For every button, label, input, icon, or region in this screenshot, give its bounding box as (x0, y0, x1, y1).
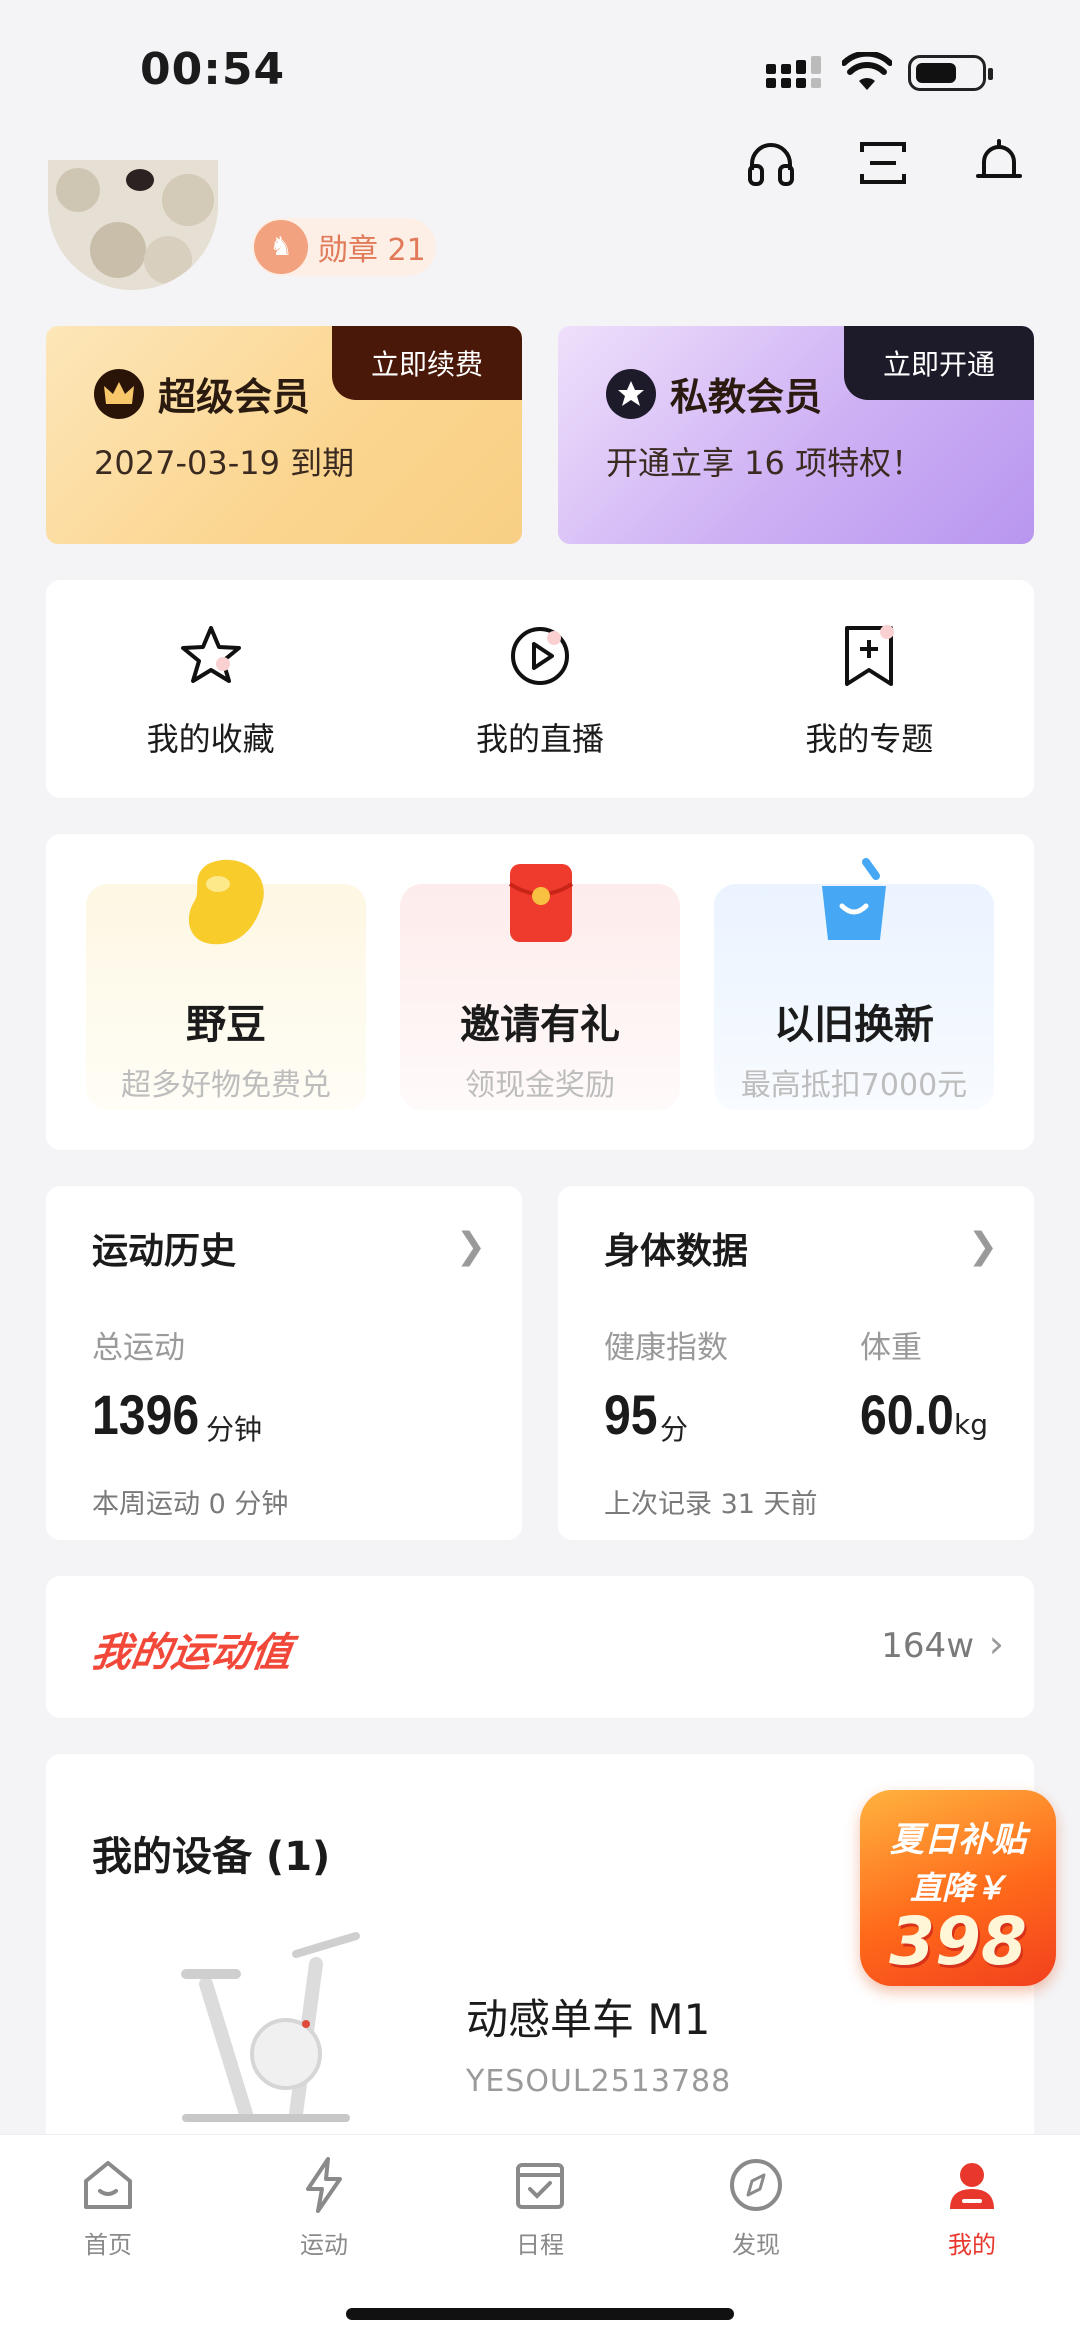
tab-home[interactable]: 首页 (0, 2135, 216, 2341)
bike-image (181, 1932, 360, 2122)
headphones-icon[interactable] (744, 136, 798, 190)
shortcut-panel: 我的收藏 我的直播 我的专题 (46, 580, 1034, 798)
home-icon (84, 2161, 132, 2209)
signal-icon (766, 56, 821, 88)
tab-label: 发现 (732, 2231, 780, 2259)
ad-line-1: 夏日补贴 (890, 1820, 1026, 1860)
bell-icon[interactable] (972, 136, 1026, 190)
health-index-value: 95 (604, 1383, 658, 1446)
bookmark-plus-icon (845, 625, 895, 686)
promo-beans[interactable]: 野豆 超多好物免费兑 (86, 859, 366, 1110)
chevron-right-icon: ❯ (455, 1226, 486, 1267)
total-sport-unit: 分钟 (206, 1413, 263, 1446)
summer-subsidy-ad[interactable]: 夏日补贴 直降￥ 398 (860, 1790, 1056, 1986)
promo-invite[interactable]: 邀请有礼 领现金奖励 (400, 864, 680, 1110)
avatar[interactable] (48, 160, 218, 290)
ad-line-3: 398 (889, 1903, 1027, 1980)
super-member-card[interactable]: 立即续费 超级会员 2027-03-19 到期 (46, 326, 522, 544)
status-time: 00:54 (140, 44, 286, 95)
medal-count: 勋章 21 (318, 233, 426, 268)
tab-mine[interactable]: 我的 (864, 2135, 1080, 2341)
body-data-title: 身体数据 (604, 1231, 749, 1272)
device-name: 动感单车 M1 (466, 1995, 711, 2044)
week-sport-note: 本周运动 0 分钟 (92, 1489, 289, 1520)
shortcut-live[interactable]: 我的直播 (375, 580, 704, 798)
weight-unit: kg (954, 1408, 988, 1441)
battery-icon (908, 55, 993, 91)
basket-icon (822, 858, 886, 940)
promo-subtitle: 领现金奖励 (465, 1068, 615, 1103)
activate-button[interactable]: 立即开通 (844, 326, 1034, 400)
device-serial: YESOUL2513788 (466, 2064, 732, 2099)
shortcut-topics[interactable]: 我的专题 (705, 580, 1034, 798)
devices-title: 我的设备 (1) (92, 1834, 331, 1880)
tab-label: 首页 (84, 2231, 132, 2259)
bean-icon (188, 859, 264, 945)
promo-title: 邀请有礼 (460, 1002, 620, 1048)
tab-label: 日程 (516, 2231, 564, 2259)
promo-title: 野豆 (186, 1002, 266, 1048)
super-member-title: 超级会员 (158, 375, 311, 419)
sport-history-title: 运动历史 (92, 1231, 237, 1272)
body-data-card[interactable]: 身体数据 ❯ 健康指数 95 分 体重 60.0 kg 上次记录 31 天前 (558, 1186, 1034, 1540)
red-envelope-icon (508, 864, 574, 942)
total-sport-label: 总运动 (92, 1330, 185, 1366)
medal-icon: ♞ (254, 220, 308, 274)
promo-panel: 野豆 超多好物免费兑 邀请有礼 领现金奖励 以旧换新 最高抵扣7000元 (46, 834, 1034, 1150)
tab-label: 运动 (300, 2231, 348, 2259)
super-member-expiry: 2027-03-19 到期 (94, 444, 355, 482)
sport-value-title: 我的运动值 (88, 1630, 295, 1676)
total-sport-value: 1396 (92, 1383, 200, 1446)
tab-label: 我的 (948, 2231, 996, 2259)
scan-icon[interactable] (856, 136, 910, 190)
profile-icon (950, 2163, 994, 2209)
promo-subtitle: 超多好物免费兑 (121, 1068, 331, 1103)
medal-badge[interactable]: ♞ 勋章 21 (252, 218, 436, 276)
shortcut-label: 我的收藏 (146, 720, 275, 758)
coach-member-card[interactable]: 立即开通 私教会员 开通立享 16 项特权！ (558, 326, 1034, 544)
lightning-icon (306, 2157, 342, 2213)
sport-value-row[interactable]: 我的运动值 164w › (46, 1576, 1034, 1718)
compass-icon (730, 2159, 782, 2211)
shortcut-favorites[interactable]: 我的收藏 (46, 580, 375, 798)
crown-icon (94, 368, 144, 419)
chevron-right-icon: ❯ (967, 1226, 998, 1267)
weight-label: 体重 (860, 1330, 922, 1366)
weight-value: 60.0 (860, 1383, 954, 1446)
star-icon (180, 626, 241, 683)
coach-member-title: 私教会员 (670, 375, 823, 419)
health-index-unit: 分 (660, 1413, 689, 1446)
star-badge-icon (606, 368, 656, 419)
coach-member-subtitle: 开通立享 16 项特权！ (606, 444, 924, 482)
health-index-label: 健康指数 (604, 1330, 728, 1366)
play-icon (510, 627, 569, 685)
promo-trade-in[interactable]: 以旧换新 最高抵扣7000元 (714, 858, 994, 1110)
chevron-right-icon: › (988, 1622, 1004, 1666)
shortcut-label: 我的直播 (475, 720, 604, 758)
home-indicator (346, 2308, 734, 2320)
wifi-icon (842, 52, 892, 90)
sport-history-card[interactable]: 运动历史 ❯ 总运动 1396 分钟 本周运动 0 分钟 (46, 1186, 522, 1540)
promo-subtitle: 最高抵扣7000元 (740, 1068, 968, 1103)
sport-value-amount: 164w (881, 1626, 974, 1666)
shortcut-label: 我的专题 (805, 720, 934, 758)
renew-button[interactable]: 立即续费 (332, 326, 522, 400)
last-record-note: 上次记录 31 天前 (604, 1489, 818, 1520)
promo-title: 以旧换新 (774, 1002, 934, 1048)
calendar-icon (516, 2163, 564, 2209)
